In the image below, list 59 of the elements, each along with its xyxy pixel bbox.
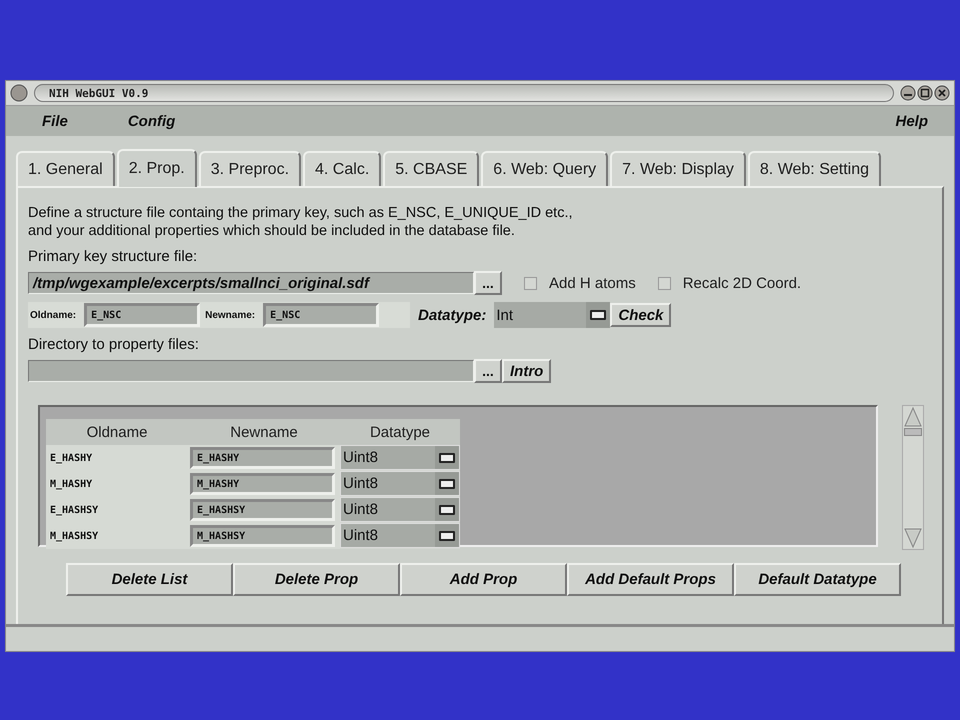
datatype-dropdown[interactable]: Uint8 bbox=[340, 471, 460, 496]
action-button[interactable]: Default Datatype bbox=[734, 563, 901, 596]
column-header: Newname bbox=[188, 419, 340, 445]
checkbox[interactable] bbox=[524, 276, 537, 290]
newname-field[interactable]: E_HASHSY bbox=[190, 499, 335, 521]
scrollbar[interactable] bbox=[902, 405, 924, 550]
datatype-dropdown[interactable]: Uint8 bbox=[340, 523, 460, 548]
window-title: NIH WebGUI V0.9 bbox=[49, 86, 148, 100]
column-header: Datatype bbox=[340, 419, 460, 445]
browse-button[interactable]: ... bbox=[474, 271, 502, 295]
field-label: Primary key structure file: bbox=[28, 248, 198, 267]
action-button[interactable]: Delete List bbox=[66, 563, 233, 596]
action-button[interactable]: Delete Prop bbox=[233, 563, 400, 596]
datatype-dropdown[interactable]: Uint8 bbox=[340, 445, 460, 470]
scroll-thumb[interactable] bbox=[904, 428, 922, 436]
newname-field[interactable]: E_HASHY bbox=[190, 447, 335, 469]
checkbox-label: Add H atoms bbox=[549, 274, 636, 292]
browse-button[interactable]: ... bbox=[474, 359, 502, 383]
datatype-dropdown[interactable]: Uint8 bbox=[340, 497, 460, 522]
menu-item[interactable]: Config bbox=[128, 112, 176, 130]
tab[interactable]: 4. Calc. bbox=[303, 151, 382, 186]
maximize-icon[interactable] bbox=[917, 85, 933, 101]
tab[interactable]: 6. Web: Query bbox=[481, 151, 608, 186]
tab[interactable]: 2. Prop. bbox=[116, 149, 197, 187]
newname-label: Newname: bbox=[205, 310, 256, 320]
window-menu-icon[interactable] bbox=[10, 84, 28, 102]
tab[interactable]: 8. Web: Setting bbox=[748, 151, 882, 186]
action-button[interactable]: Add Default Props bbox=[567, 563, 734, 596]
newname-field[interactable]: M_HASHY bbox=[190, 473, 335, 495]
tab[interactable]: 3. Preproc. bbox=[198, 151, 302, 186]
file-path-field[interactable]: /tmp/wgexample/excerpts/smallnci_original.sdf bbox=[28, 272, 474, 294]
tab[interactable]: 5. CBASE bbox=[383, 151, 480, 186]
tab[interactable]: 7. Web: Display bbox=[610, 151, 746, 186]
datatype-label: Datatype: bbox=[418, 306, 486, 324]
action-button[interactable]: Add Prop bbox=[400, 563, 567, 596]
tab[interactable]: 1. General bbox=[16, 151, 115, 186]
newname-field[interactable]: E_NSC bbox=[263, 303, 380, 327]
checkbox-label: Recalc 2D Coord. bbox=[682, 274, 802, 292]
close-icon[interactable] bbox=[934, 85, 950, 101]
column-header: Oldname bbox=[46, 419, 188, 445]
table-cell: E_HASHSY bbox=[46, 497, 188, 523]
field-label: Directory to property files: bbox=[28, 336, 200, 355]
table-cell: M_HASHY bbox=[46, 471, 188, 497]
checkbox[interactable] bbox=[658, 276, 671, 290]
scroll-up-icon[interactable] bbox=[904, 406, 922, 428]
menu-item[interactable]: Help bbox=[895, 112, 928, 130]
menu-item[interactable]: File bbox=[42, 112, 68, 130]
datatype-dropdown[interactable]: Int bbox=[494, 302, 610, 328]
oldname-field[interactable]: E_NSC bbox=[84, 303, 200, 327]
description-text: Define a structure file containg the primary key, such as E_NSC, E_UNIQUE_ID etc., and your additional properties which should be included in the database file. bbox=[28, 204, 574, 240]
table-cell: M_HASHSY bbox=[46, 523, 188, 549]
directory-field[interactable] bbox=[28, 360, 474, 382]
intro-button[interactable]: Intro bbox=[502, 359, 552, 383]
table-cell: E_HASHY bbox=[46, 445, 188, 471]
newname-field[interactable]: M_HASHSY bbox=[190, 525, 335, 547]
minimize-icon[interactable] bbox=[900, 85, 916, 101]
oldname-label: Oldname: bbox=[30, 310, 76, 320]
check-button[interactable]: Check bbox=[610, 303, 672, 327]
scroll-down-icon[interactable] bbox=[904, 527, 922, 549]
